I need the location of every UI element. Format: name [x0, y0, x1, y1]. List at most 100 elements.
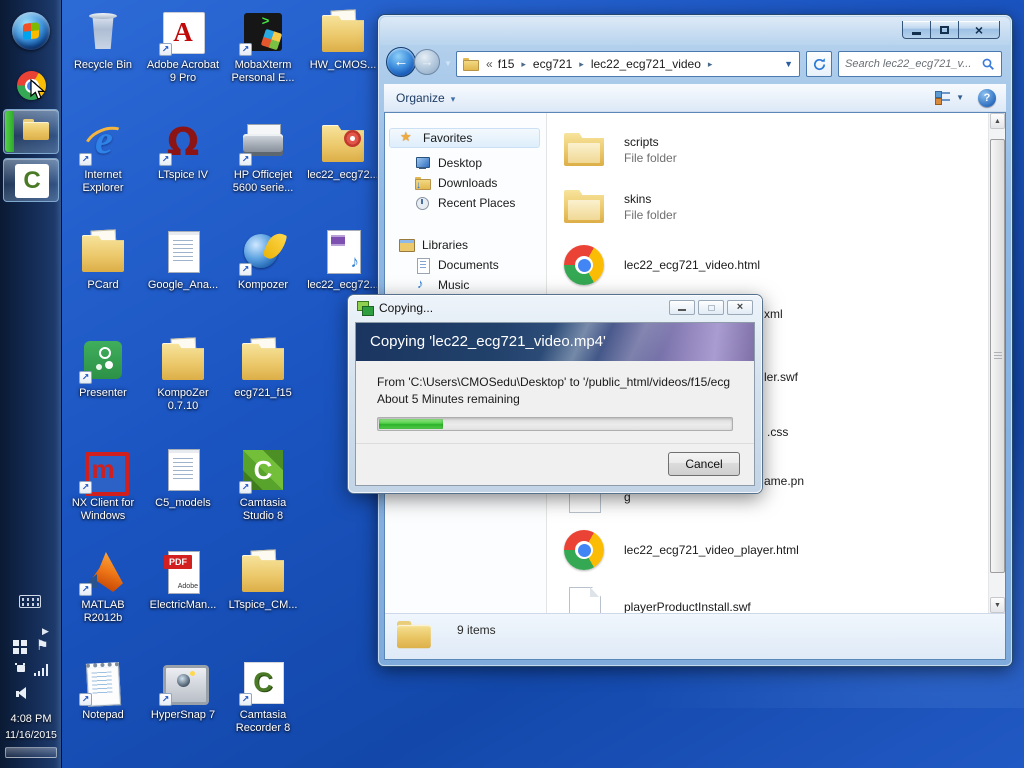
mobaxterm-icon: ↗: [239, 8, 287, 56]
scroll-up-arrow[interactable]: ▲: [990, 113, 1005, 129]
dialog-body: Copying 'lec22_ecg721_video.mp4' From 'C…: [355, 322, 755, 486]
file-row-skins[interactable]: skins File folder: [548, 186, 988, 234]
remove-hardware-icon[interactable]: [15, 663, 27, 677]
document-icon: ↗: [159, 228, 207, 276]
window-caption-buttons: ×: [902, 21, 1000, 39]
close-button[interactable]: ×: [958, 21, 1000, 39]
desktop-icon-hp-officejet[interactable]: ↗ HP Officejet 5600 serie...: [223, 118, 303, 195]
desktop-icon-pcard[interactable]: ↗PCard: [63, 228, 143, 292]
desktop-icon-kompozer[interactable]: ↗ Kompozer: [223, 228, 303, 292]
desktop-icon-electricman[interactable]: ↗AdobeElectricMan...: [143, 548, 223, 612]
organize-menu[interactable]: Organize: [396, 91, 455, 105]
volume-icon[interactable]: [16, 687, 30, 700]
address-dropdown-chevron[interactable]: ▼: [784, 59, 793, 69]
forward-button[interactable]: →: [414, 49, 440, 75]
clock-date[interactable]: 11/16/2015: [0, 729, 62, 741]
breadcrumb-separator: ▸: [579, 58, 584, 69]
dialog-close-button[interactable]: ×: [727, 300, 753, 315]
desktop-icon-lec22-folder[interactable]: ↗lec22_ecg72...: [303, 118, 383, 182]
document-icon: ↗: [159, 446, 207, 494]
taskbar-explorer-button[interactable]: [3, 109, 59, 154]
breadcrumb-segment-video[interactable]: lec22_ecg721_video: [591, 57, 701, 71]
search-input[interactable]: [845, 52, 979, 76]
desktop-icon-matlab[interactable]: ↗ MATLAB R2012b: [63, 548, 143, 625]
desktop-icon-mobaxterm[interactable]: ↗MobaXterm Personal E...: [223, 8, 303, 85]
desktop-icon-hw-cmos[interactable]: ↗HW_CMOS...: [303, 8, 383, 72]
copy-progress-fill: [379, 419, 443, 429]
desktop-icon-hypersnap[interactable]: ↗ HyperSnap 7: [143, 658, 223, 722]
network-signal-icon[interactable]: [34, 663, 49, 676]
refresh-button[interactable]: [806, 51, 832, 77]
breadcrumb-segment-ecg721[interactable]: ecg721: [533, 57, 572, 71]
vertical-scrollbar[interactable]: ▲ ▼: [988, 113, 1005, 613]
back-button[interactable]: ←: [386, 47, 416, 77]
windows-flag-icon: [23, 22, 39, 40]
desktop-icon-lec22-media[interactable]: ↗lec22_ecg72...: [303, 228, 383, 292]
media-folder-icon: ↗: [319, 118, 367, 166]
start-button[interactable]: [12, 12, 50, 50]
desktop-icon-ltspice-cm[interactable]: ↗LTspice_CM...: [223, 548, 303, 612]
desktop-icon-ltspice[interactable]: ↗LTspice IV: [143, 118, 223, 182]
file-row-player-html[interactable]: lec22_ecg721_video_player.html: [548, 528, 988, 576]
dialog-titlebar[interactable]: Copying... ×: [348, 295, 762, 322]
taskbar-camtasia-button[interactable]: C: [3, 158, 59, 202]
favorites-star-icon: [400, 129, 416, 146]
desktop-icon-recycle-bin[interactable]: ↗Recycle Bin: [63, 8, 143, 72]
nav-history-chevron[interactable]: ▼: [444, 59, 452, 68]
touch-keyboard-icon[interactable]: [19, 595, 41, 608]
desktop-icon-google-ana[interactable]: ↗Google_Ana...: [143, 228, 223, 292]
desktop-icon-presenter[interactable]: ↗ Presenter: [63, 336, 143, 400]
desktop-icon-nx-client[interactable]: ↗NX Client for Windows: [63, 446, 143, 523]
show-desktop-button[interactable]: [5, 747, 57, 758]
tray-grid-icon[interactable]: [13, 640, 28, 655]
internet-explorer-icon: ↗: [79, 116, 127, 166]
view-dropdown-chevron[interactable]: ▼: [956, 93, 964, 102]
time-remaining-text: About 5 Minutes remaining: [377, 392, 520, 406]
sidebar-item-documents[interactable]: Documents: [385, 255, 540, 275]
file-row-video-html[interactable]: lec22_ecg721_video.html: [548, 243, 988, 291]
dialog-maximize-button: [698, 300, 724, 315]
breadcrumb-segment-f15[interactable]: f15: [498, 57, 515, 71]
sidebar-item-music[interactable]: Music: [385, 275, 540, 295]
desktop-icon-camtasia-recorder[interactable]: ↗Camtasia Recorder 8: [223, 658, 303, 735]
desktop-icon-c5-models[interactable]: ↗C5_models: [143, 446, 223, 510]
desktop-icon-notepad[interactable]: ↗ Notepad: [63, 658, 143, 722]
desktop-icon-internet-explorer[interactable]: ↗Internet Explorer: [63, 116, 143, 195]
folder-icon: [564, 186, 604, 230]
sidebar-item-libraries[interactable]: Libraries: [385, 235, 540, 255]
ltspice-icon: ↗: [159, 118, 207, 166]
file-row-scripts[interactable]: scripts File folder: [548, 129, 988, 177]
desktop-icon-camtasia-studio[interactable]: ↗Camtasia Studio 8: [223, 446, 303, 523]
sidebar-item-favorites[interactable]: Favorites: [389, 128, 540, 148]
camtasia-studio-icon: ↗: [239, 446, 287, 494]
taskbar-chrome-icon[interactable]: [17, 71, 46, 100]
explorer-folder-icon: [23, 119, 49, 141]
sidebar-item-desktop[interactable]: Desktop: [385, 153, 540, 173]
cancel-button[interactable]: Cancel: [668, 452, 740, 476]
copy-dialog-icon: [357, 301, 374, 316]
clock-time[interactable]: 4:08 PM: [0, 713, 62, 725]
minimize-button[interactable]: [902, 21, 931, 39]
recent-places-icon: [415, 195, 431, 211]
folder-icon: ↗: [159, 336, 207, 384]
maximize-button[interactable]: [931, 21, 958, 39]
sidebar-item-downloads[interactable]: Downloads: [385, 173, 540, 193]
desktop-icon-acrobat[interactable]: ↗Adobe Acrobat 9 Pro: [143, 8, 223, 85]
change-view-icon[interactable]: [935, 91, 951, 105]
desktop-icon-kompozer-folder[interactable]: ↗KompoZer 0.7.10: [143, 336, 223, 413]
sidebar-item-recent-places[interactable]: Recent Places: [385, 193, 540, 213]
pdf-file-icon: ↗Adobe: [159, 548, 207, 596]
breadcrumb-overflow[interactable]: «: [486, 57, 493, 71]
help-icon[interactable]: [978, 88, 996, 107]
dialog-title: Copying...: [379, 301, 434, 315]
desktop-icon-ecg721-f15[interactable]: ↗ecg721_f15: [223, 336, 303, 400]
status-folder-icon: [397, 621, 431, 650]
scroll-down-arrow[interactable]: ▼: [990, 597, 1005, 613]
dialog-minimize-button[interactable]: [669, 300, 695, 315]
show-hidden-icons-arrow[interactable]: ▶: [42, 626, 49, 637]
desktop-monitor-icon: [415, 155, 431, 171]
address-bar[interactable]: « f15 ▸ ecg721 ▸ lec22_ecg721_video ▸ ▼: [456, 51, 800, 77]
breadcrumb-separator: ▸: [521, 58, 526, 69]
scrollbar-thumb[interactable]: [990, 139, 1005, 573]
action-center-flag-icon[interactable]: ⚑: [36, 637, 49, 654]
